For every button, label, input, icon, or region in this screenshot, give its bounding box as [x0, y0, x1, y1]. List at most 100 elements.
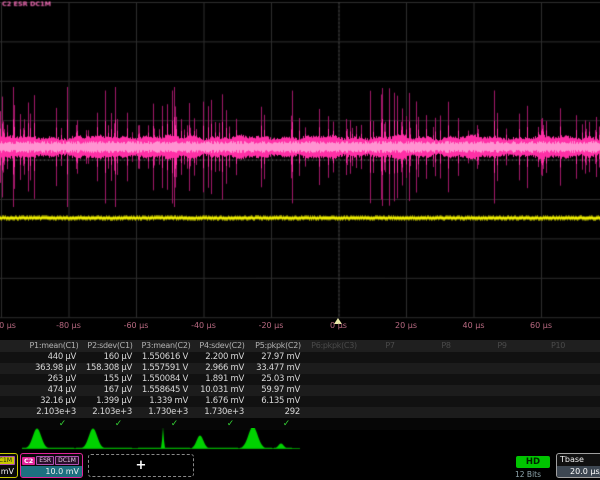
stat-num-cell: [530, 407, 586, 418]
time-tick-label: -20 µs: [259, 321, 284, 330]
stat-value-cell: [306, 352, 362, 363]
hd-bits-label: 12 Bits: [515, 470, 555, 479]
stat-sdev-cell: 1.339 mV: [138, 396, 194, 407]
stat-sdev-cell: 32.16 µV: [26, 396, 82, 407]
time-tick-label: -60 µs: [124, 321, 149, 330]
stat-sdev-cell: [530, 396, 586, 407]
time-tick-label: 0 µs: [330, 321, 347, 330]
timebase-value: 20.0 µs/div: [557, 466, 600, 477]
c2-label-badge: C2: [22, 457, 35, 465]
timebase-descriptor[interactable]: Tbase 20.0 µs/div: [556, 453, 600, 478]
stat-num-cell: [362, 407, 418, 418]
bottom-toolbar: DC1M 10.0 mV C2 ESR DC1M 10.0 mV + HD 12…: [0, 452, 600, 480]
stat-num-cell: [474, 407, 530, 418]
param-header[interactable]: P6:pkpk(C3): [306, 340, 362, 352]
stat-num-cell: 1.730e+3: [138, 407, 194, 418]
time-tick-label: -80 µs: [56, 321, 81, 330]
stat-num-cell: [306, 407, 362, 418]
measurement-histicons: [0, 428, 600, 452]
stat-mean-cell: [418, 363, 474, 374]
stat-num-cell: 2.103e+3: [26, 407, 82, 418]
stat-max-cell: 167 µV: [82, 385, 138, 396]
stat-min-cell: [362, 374, 418, 385]
stat-sdev-cell: [362, 396, 418, 407]
timebase-label: Tbase: [557, 454, 600, 466]
stat-min-cell: 263 µV: [26, 374, 82, 385]
add-trace-button[interactable]: +: [88, 454, 194, 477]
c2-scale-value: 10.0 mV: [21, 466, 82, 477]
c1-coupling-badge: DC1M: [0, 456, 15, 465]
stat-num-cell: 1.730e+3: [194, 407, 250, 418]
param-header[interactable]: P7: [362, 340, 418, 352]
stat-max-cell: 1.558645 V: [138, 385, 194, 396]
stat-max-cell: 474 µV: [26, 385, 82, 396]
hd-mode-badge[interactable]: HD: [516, 456, 550, 468]
stat-mean-cell: 1.557591 V: [138, 363, 194, 374]
time-axis: -100 µs -80 µs -60 µs -40 µs -20 µs 0 µs 20 µs…: [0, 321, 600, 333]
stat-min-cell: [530, 374, 586, 385]
stat-num-cell: 292: [250, 407, 306, 418]
stat-mean-cell: 158.308 µV: [82, 363, 138, 374]
oscilloscope-screen: C2 ESR DC1M -100 µs -80 µs -60 µs -40 µs -20…: [0, 0, 600, 480]
stat-value-cell: [418, 352, 474, 363]
stat-value-cell: 2.200 mV: [194, 352, 250, 363]
stat-value-cell: 1.550616 V: [138, 352, 194, 363]
param-header[interactable]: P3:mean(C2): [138, 340, 194, 352]
stat-max-cell: [362, 385, 418, 396]
waveform-display[interactable]: [0, 0, 600, 320]
trace-annotation-label: C2 ESR DC1M: [2, 0, 51, 9]
param-header[interactable]: P9: [474, 340, 530, 352]
stat-mean-cell: 2.966 mV: [194, 363, 250, 374]
stat-sdev-cell: [306, 396, 362, 407]
stat-min-cell: 25.03 mV: [250, 374, 306, 385]
stat-min-cell: [474, 374, 530, 385]
param-header[interactable]: P5:pkpk(C2): [250, 340, 306, 352]
stat-sdev-cell: [474, 396, 530, 407]
stat-value-cell: [530, 352, 586, 363]
time-tick-label: -100 µs: [0, 321, 16, 330]
param-header[interactable]: P1:mean(C1): [26, 340, 82, 352]
channel-c2-descriptor[interactable]: C2 ESR DC1M 10.0 mV: [20, 453, 83, 478]
stat-min-cell: 1.891 mV: [194, 374, 250, 385]
stat-num-cell: 2.103e+3: [82, 407, 138, 418]
stat-value-cell: 440 µV: [26, 352, 82, 363]
stat-sdev-cell: 1.399 µV: [82, 396, 138, 407]
c2-coupling-badge: DC1M: [55, 456, 79, 465]
time-tick-label: 40 µs: [463, 321, 485, 330]
stat-mean-cell: 33.477 mV: [250, 363, 306, 374]
stat-sdev-cell: 1.676 mV: [194, 396, 250, 407]
stat-max-cell: 59.97 mV: [250, 385, 306, 396]
stat-min-cell: [306, 374, 362, 385]
stat-mean-cell: 363.98 µV: [26, 363, 82, 374]
stat-max-cell: [418, 385, 474, 396]
stat-value-cell: 160 µV: [82, 352, 138, 363]
stat-sdev-cell: [418, 396, 474, 407]
param-header[interactable]: P2:sdev(C1): [82, 340, 138, 352]
stat-max-cell: 10.031 mV: [194, 385, 250, 396]
c2-eres-badge: ESR: [36, 456, 54, 465]
stat-max-cell: [530, 385, 586, 396]
param-header[interactable]: P8: [418, 340, 474, 352]
stat-min-cell: 155 µV: [82, 374, 138, 385]
stat-value-cell: [474, 352, 530, 363]
measurement-table: P1:mean(C1)P2:sdev(C1)P3:mean(C2)P4:sdev…: [0, 340, 600, 430]
stat-mean-cell: [530, 363, 586, 374]
stat-mean-cell: [474, 363, 530, 374]
stat-max-cell: [306, 385, 362, 396]
c1-scale-value: 10.0 mV: [0, 466, 17, 477]
stat-sdev-cell: 6.135 mV: [250, 396, 306, 407]
stat-num-cell: [418, 407, 474, 418]
stat-mean-cell: [306, 363, 362, 374]
time-tick-label: 20 µs: [395, 321, 417, 330]
param-header[interactable]: P10: [530, 340, 586, 352]
stat-value-cell: 27.97 mV: [250, 352, 306, 363]
stat-max-cell: [474, 385, 530, 396]
channel-c1-descriptor[interactable]: DC1M 10.0 mV: [0, 453, 18, 478]
time-tick-label: 60 µs: [530, 321, 552, 330]
stat-mean-cell: [362, 363, 418, 374]
time-tick-label: -40 µs: [191, 321, 216, 330]
param-header[interactable]: P4:sdev(C2): [194, 340, 250, 352]
stat-min-cell: [418, 374, 474, 385]
stat-value-cell: [362, 352, 418, 363]
stat-min-cell: 1.550084 V: [138, 374, 194, 385]
